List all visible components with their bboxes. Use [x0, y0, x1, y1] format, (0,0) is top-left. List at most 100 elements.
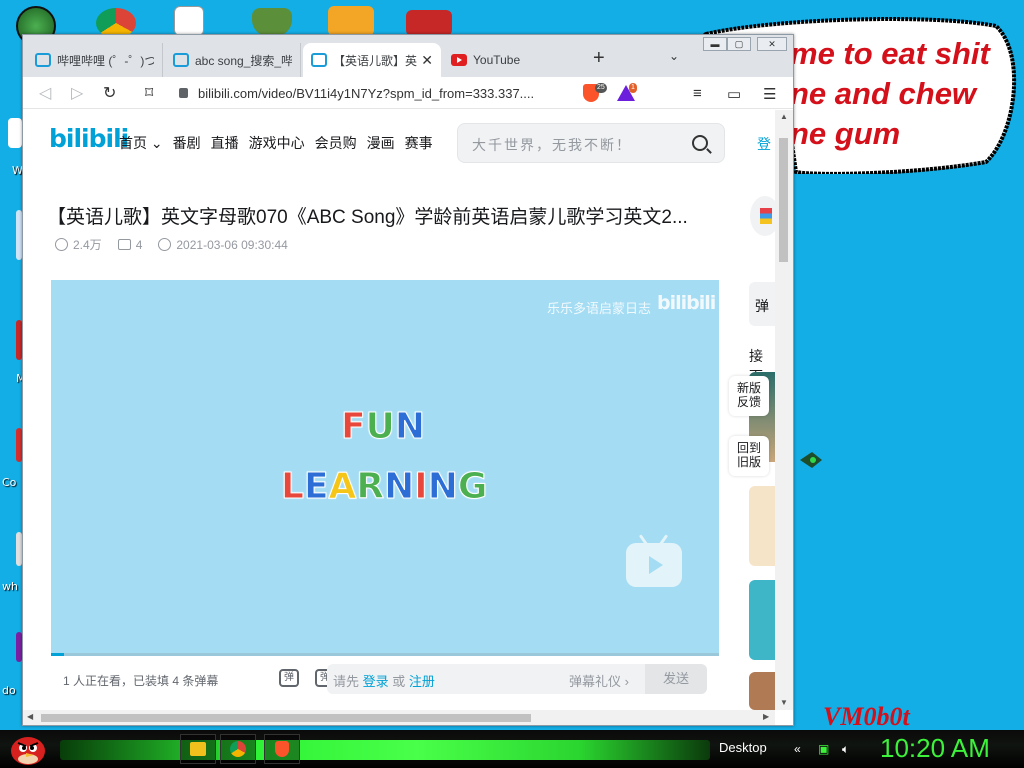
- search-input[interactable]: 大千世界，无我不断！: [457, 123, 725, 163]
- taskbar: Desktop « ▣ 🔈︎ 10:20 AM: [0, 730, 1024, 768]
- bookmark-icon[interactable]: ⌑: [145, 83, 153, 103]
- new-tab-button[interactable]: +: [593, 47, 605, 70]
- taskbar-app-brave[interactable]: [264, 734, 300, 764]
- video-meta: 2.4万 4 2021-03-06 09:30:44: [55, 236, 304, 253]
- tab-bar: 哔哩哔哩 (゜-゜)つ abc song_搜索_哔哩 【英语儿歌】英文 ✕ Yo…: [23, 35, 793, 77]
- desktop-watermark-text: VM0b0t: [823, 702, 910, 731]
- tab-youtube[interactable]: YouTube: [443, 43, 579, 77]
- desktop-icon-red[interactable]: [406, 10, 452, 36]
- taskbar-clock[interactable]: 10:20 AM: [880, 733, 990, 764]
- reload-button[interactable]: ↻: [103, 83, 116, 103]
- tab-label: 【英语儿歌】英文: [333, 53, 418, 68]
- back-button[interactable]: ◁: [39, 83, 51, 103]
- video-title: 【英语儿歌】英文字母歌070《ABC Song》学龄前英语启蒙儿歌学习英文2..…: [47, 207, 688, 228]
- close-tab-icon[interactable]: ✕: [421, 52, 433, 69]
- scroll-right-icon[interactable]: ▶: [763, 712, 769, 721]
- vertical-scrollbar[interactable]: ▲ ▼: [775, 110, 793, 710]
- prompt-text: 请先: [333, 674, 360, 689]
- reading-list-icon[interactable]: ≡: [693, 85, 702, 102]
- video-frame-letter: E: [303, 466, 329, 508]
- tab-label: YouTube: [473, 53, 521, 67]
- taskbar-app-chrome[interactable]: [220, 734, 256, 764]
- rewards-count-badge: 1: [629, 83, 637, 93]
- scroll-up-icon[interactable]: ▲: [780, 112, 788, 121]
- shield-count-badge: 25: [595, 83, 607, 93]
- clock-icon: [158, 238, 172, 251]
- video-frame-letter: N: [427, 466, 458, 508]
- bilibili-tv-icon: [173, 53, 189, 67]
- nav-item-shop[interactable]: 会员购: [315, 133, 357, 153]
- bilibili-logo[interactable]: bilibili: [49, 124, 129, 153]
- nav-item-anime[interactable]: 番剧: [173, 133, 201, 153]
- recommend-thumb-3[interactable]: [749, 580, 775, 660]
- play-count-icon: [55, 238, 68, 251]
- login-link[interactable]: 登: [757, 134, 771, 154]
- desktop-icon-left-2[interactable]: [8, 118, 22, 148]
- recommend-thumb-2[interactable]: [749, 486, 775, 566]
- nav-item-esports[interactable]: 赛事: [405, 133, 433, 153]
- scroll-down-icon[interactable]: ▼: [780, 698, 788, 707]
- danmaku-toggle-button[interactable]: 弹: [279, 669, 299, 687]
- recommend-thumb-4[interactable]: [749, 672, 775, 710]
- danmaku-count-icon: [117, 239, 131, 250]
- browser-toolbar: ◁ ▷ ↻ ⌑ bilibili.com/video/BV11i4y1N7Yz?…: [23, 77, 793, 109]
- horizontal-scrollbar[interactable]: ◀ ▶: [23, 710, 775, 725]
- video-frame-letter: R: [356, 466, 385, 508]
- old-version-button[interactable]: 回到 旧版: [729, 436, 769, 476]
- nav-item-manga[interactable]: 漫画: [367, 133, 395, 153]
- nav-item-games[interactable]: 游戏中心: [249, 133, 305, 153]
- tray-volume-icon[interactable]: 🔈︎: [842, 742, 849, 757]
- video-frame-letter: A: [328, 466, 357, 508]
- bilibili-tv-icon: [35, 53, 51, 67]
- scroll-left-icon[interactable]: ◀: [27, 712, 33, 721]
- tray-battery-icon[interactable]: ▣: [818, 742, 829, 756]
- danmaku-input[interactable]: 请先 登录 或 注册 弹幕礼仪 › 发送: [327, 664, 707, 694]
- menu-icon[interactable]: ☰: [763, 85, 776, 103]
- maximize-button[interactable]: ▢: [727, 37, 751, 51]
- desktop-icon-solitaire[interactable]: [174, 6, 204, 36]
- tab-bilibili-home[interactable]: 哔哩哔哩 (゜-゜)つ: [27, 43, 163, 77]
- video-player[interactable]: 乐乐多语启蒙日志 bilibili FUN LEARNING: [51, 280, 719, 656]
- desktop-toolbar-label[interactable]: Desktop: [719, 740, 767, 755]
- search-icon[interactable]: [692, 135, 708, 151]
- nav-item-live[interactable]: 直播: [211, 133, 239, 153]
- tab-active-video[interactable]: 【英语儿歌】英文 ✕: [303, 43, 441, 77]
- desktop-icon-angrybirds[interactable]: [328, 6, 374, 36]
- video-frame-word-fun: FUN: [341, 406, 426, 448]
- send-danmaku-button[interactable]: 发送: [645, 664, 707, 694]
- vertical-scroll-thumb[interactable]: [779, 138, 788, 262]
- desktop-icon-shield[interactable]: [252, 8, 292, 36]
- register-link[interactable]: 注册: [409, 674, 435, 689]
- video-frame-letter: N: [384, 466, 415, 508]
- video-frame-letter: L: [281, 466, 305, 508]
- bilibili-tv-play-icon[interactable]: [626, 543, 682, 587]
- player-watermark-logo: bilibili: [657, 292, 716, 314]
- horizontal-scroll-thumb[interactable]: [41, 714, 531, 722]
- minimize-button[interactable]: ▬: [703, 37, 727, 51]
- browser-window: 哔哩哔哩 (゜-゜)つ abc song_搜索_哔哩 【英语儿歌】英文 ✕ Yo…: [22, 34, 794, 726]
- danmaku-count: 4: [135, 237, 143, 252]
- taskbar-app-explorer[interactable]: [180, 734, 216, 764]
- forward-button[interactable]: ▷: [71, 83, 83, 103]
- uploader-avatar[interactable]: [750, 196, 775, 236]
- tab-abc-search[interactable]: abc song_搜索_哔哩: [165, 43, 301, 77]
- wallet-icon[interactable]: ▭: [727, 85, 741, 103]
- prompt-or: 或: [392, 674, 406, 689]
- close-window-button[interactable]: ✕: [757, 37, 787, 51]
- player-watermark-text: 乐乐多语启蒙日志: [547, 301, 652, 316]
- desktop-label-7: do: [2, 684, 16, 697]
- start-angry-bird-icon[interactable]: [8, 731, 48, 767]
- video-frame-word-learning: LEARNING: [281, 466, 488, 508]
- search-placeholder: 大千世界，无我不断！: [472, 137, 632, 153]
- video-frame-letter: N: [394, 406, 425, 448]
- tray-chevron-icon[interactable]: «: [794, 742, 801, 756]
- danmaku-etiquette-link[interactable]: 弹幕礼仪 ›: [569, 671, 629, 690]
- tab-label: 哔哩哔哩 (゜-゜)つ: [57, 53, 154, 68]
- nav-item-home[interactable]: 首页 ⌄: [119, 133, 163, 153]
- address-bar[interactable]: bilibili.com/video/BV11i4y1N7Yz?spm_id_f…: [173, 80, 571, 106]
- tab-search-button[interactable]: ⌄: [669, 49, 679, 63]
- login-link[interactable]: 登录: [363, 674, 389, 689]
- new-version-feedback-button[interactable]: 新版 反馈: [729, 376, 769, 416]
- danmaku-list-label: 弹: [755, 298, 769, 314]
- danmaku-list-tab[interactable]: 弹: [749, 282, 775, 326]
